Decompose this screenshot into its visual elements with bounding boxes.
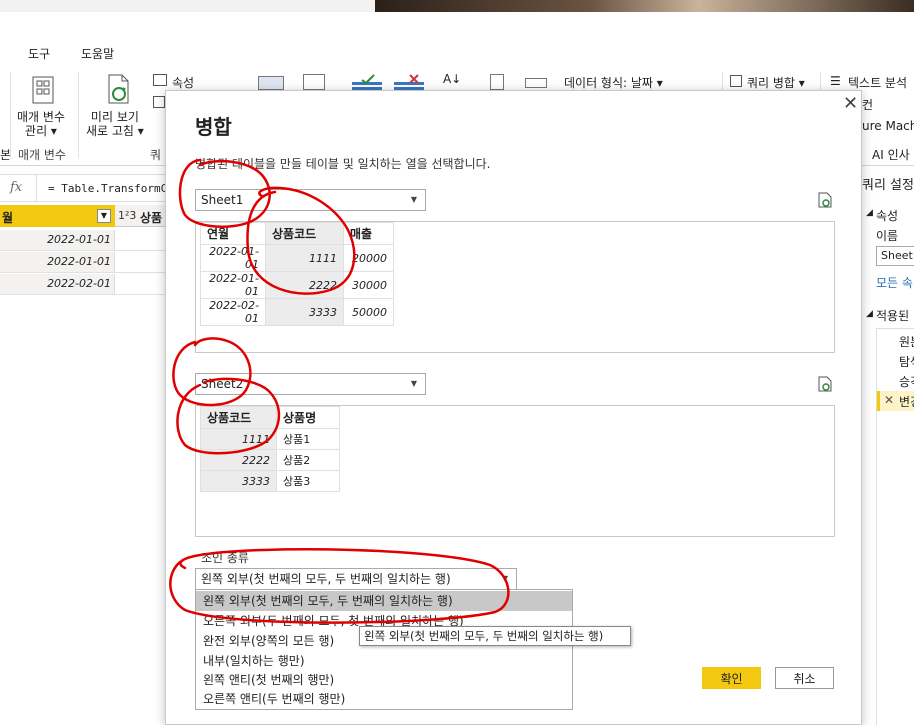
refresh-icon[interactable] — [817, 376, 833, 392]
remove-columns-icon[interactable] — [303, 74, 325, 90]
filter-dropdown-icon[interactable]: ▼ — [97, 209, 111, 223]
join-kind-dropdown-list: 왼쪽 외부(첫 번째의 모두, 두 번째의 일치하는 행) 오른쪽 외부(두 번… — [195, 589, 573, 710]
join-option-right-anti[interactable]: 오른쪽 앤티(두 번째의 행만) — [196, 689, 572, 709]
table-row: 1111 상품1 — [200, 428, 340, 450]
close-icon[interactable]: ✕ — [843, 93, 858, 114]
text-analysis-icon: ☰ — [830, 74, 841, 88]
merge-queries-button[interactable]: 쿼리 병합 ▾ — [747, 74, 805, 91]
first-table-preview: 연월 상품코드 매출 2022-01-01 1111 20000 2022-01… — [195, 221, 835, 353]
remove-rows-icon[interactable] — [394, 74, 424, 90]
second-table: 상품코드 상품명 1111 상품1 2222 상품2 3333 상품3 — [200, 406, 340, 492]
azure-ml-button[interactable]: ure Mach — [862, 119, 914, 133]
keep-rows-icon[interactable] — [352, 74, 382, 90]
name-label: 이름 — [876, 229, 899, 243]
params-group-label: 매개 변수 — [18, 148, 66, 162]
table-row[interactable]: 2022-01-01 — [0, 252, 165, 273]
merge-dialog: ✕ 병합 병합된 테이블을 만들 테이블 및 일치하는 열을 선택합니다. Sh… — [165, 90, 862, 725]
step-item[interactable]: 승격 — [899, 373, 914, 390]
column-header[interactable]: 상품명 — [276, 406, 340, 429]
formula-input[interactable]: = Table.TransformC — [48, 182, 167, 195]
title-bar — [0, 0, 914, 12]
query-settings-title: 쿼리 설정 — [862, 178, 914, 193]
sort-icon[interactable]: A↓ — [443, 72, 461, 86]
column-header[interactable]: 연월 — [200, 222, 266, 245]
menu-help[interactable]: 도움말 — [81, 45, 114, 62]
manage-params-button[interactable]: 매개 변수 관리 ▾ — [17, 110, 65, 138]
second-table-preview: 상품코드 상품명 1111 상품1 2222 상품2 3333 상품3 — [195, 405, 835, 537]
query-group-label: 쿼 — [150, 148, 162, 162]
step-item[interactable]: 원본 — [899, 333, 914, 350]
collapse-icon[interactable]: ◢ — [866, 309, 873, 319]
join-option-left-outer[interactable]: 왼쪽 외부(첫 번째의 모두, 두 번째의 일치하는 행) — [196, 591, 572, 611]
delete-step-icon[interactable]: ✕ — [884, 393, 894, 407]
choose-columns-icon[interactable] — [258, 76, 284, 90]
first-table: 연월 상품코드 매출 2022-01-01 1111 20000 2022-01… — [200, 222, 394, 326]
join-option-inner[interactable]: 내부(일치하는 행만) — [196, 651, 572, 671]
applied-steps-list: 원본 탐색 승격 ✕ 변경 — [876, 328, 914, 725]
join-option-left-anti[interactable]: 왼쪽 앤티(첫 번째의 행만) — [196, 670, 572, 690]
refresh-preview-icon[interactable] — [106, 74, 132, 104]
first-table-select[interactable]: Sheet1 ▼ — [195, 189, 426, 211]
vision-button[interactable]: 컨 — [862, 96, 873, 113]
split-column-icon[interactable] — [490, 74, 504, 90]
applied-steps-heading: 적용된 — [876, 309, 910, 323]
table-row: 2022-01-01 1111 20000 — [200, 244, 394, 272]
table-row: 2222 상품2 — [200, 449, 340, 471]
menu-tools[interactable]: 도구 — [28, 45, 50, 62]
background-photo — [375, 0, 914, 12]
refresh-preview-button[interactable]: 미리 보기 새로 고침 ▾ — [86, 110, 144, 138]
group-by-icon[interactable] — [525, 78, 547, 88]
join-kind-label: 조인 종류 — [201, 551, 249, 565]
column-header-selected[interactable]: 상품코드 — [200, 406, 277, 429]
merge-queries-icon — [730, 75, 742, 87]
properties-icon — [153, 74, 167, 86]
ai-insights-label: AI 인사 — [872, 148, 910, 162]
all-properties-link[interactable]: 모든 속 — [876, 274, 913, 291]
step-item-selected[interactable]: ✕ 변경 — [877, 391, 914, 411]
table-row[interactable]: 2022-02-01 — [0, 274, 165, 295]
number-type-icon[interactable]: 1²3 — [118, 209, 136, 222]
menu-bar: 도구 도움말 — [0, 12, 914, 68]
formula-bar: fx = Table.TransformC — [0, 174, 167, 202]
advanced-editor-icon — [153, 96, 165, 108]
data-type-dropdown[interactable]: 데이터 형식: 날짜 ▾ — [564, 74, 663, 91]
dialog-title: 병합 — [195, 115, 232, 139]
ok-button[interactable]: 확인 — [702, 667, 761, 689]
collapse-icon[interactable]: ◢ — [866, 208, 873, 218]
fx-icon: fx — [10, 180, 23, 195]
name-input[interactable]: Sheet1 — [876, 246, 914, 266]
second-table-select[interactable]: Sheet2 ▼ — [195, 373, 426, 395]
join-kind-select[interactable]: 왼쪽 외부(첫 번째의 모두, 두 번째의 일치하는 행) ▼ — [195, 568, 517, 590]
text-analysis-button[interactable]: 텍스트 분석 — [848, 74, 907, 91]
query-settings-panel: 쿼리 설정 ◢ 속성 이름 Sheet1 모든 속 ◢ 적용된 원본 탐색 승격… — [862, 166, 914, 725]
refresh-icon[interactable] — [817, 192, 833, 208]
table-row: 2022-02-01 3333 50000 — [200, 298, 394, 326]
table-row: 3333 상품3 — [200, 470, 340, 492]
chevron-down-icon: ▼ — [410, 195, 417, 204]
properties-button[interactable]: 속성 — [172, 74, 194, 91]
dialog-description: 병합된 테이블을 만들 테이블 및 일치하는 열을 선택합니다. — [195, 157, 491, 171]
manage-params-icon[interactable] — [32, 76, 54, 104]
column-header[interactable]: 매출 — [343, 222, 394, 245]
cancel-button[interactable]: 취소 — [775, 667, 834, 689]
step-item[interactable]: 탐색 — [899, 353, 914, 370]
properties-heading: 속성 — [876, 209, 899, 223]
grid-header: 월 ▼ 1²3 상품 — [0, 205, 165, 227]
chevron-down-icon: ▼ — [501, 574, 508, 583]
table-row[interactable]: 2022-01-01 — [0, 230, 165, 251]
data-grid: 월 ▼ 1²3 상품 2022-01-01 2022-01-01 2022-02… — [0, 205, 165, 305]
column-header-selected[interactable]: 상품코드 — [265, 222, 344, 245]
chevron-down-icon: ▼ — [410, 379, 417, 388]
tooltip: 왼쪽 외부(첫 번째의 모두, 두 번째의 일치하는 행) — [359, 626, 631, 646]
column-header-month[interactable]: 월 ▼ — [0, 205, 115, 227]
column-header-product[interactable]: 상품 — [140, 209, 162, 226]
table-row: 2022-01-01 2222 30000 — [200, 271, 394, 299]
